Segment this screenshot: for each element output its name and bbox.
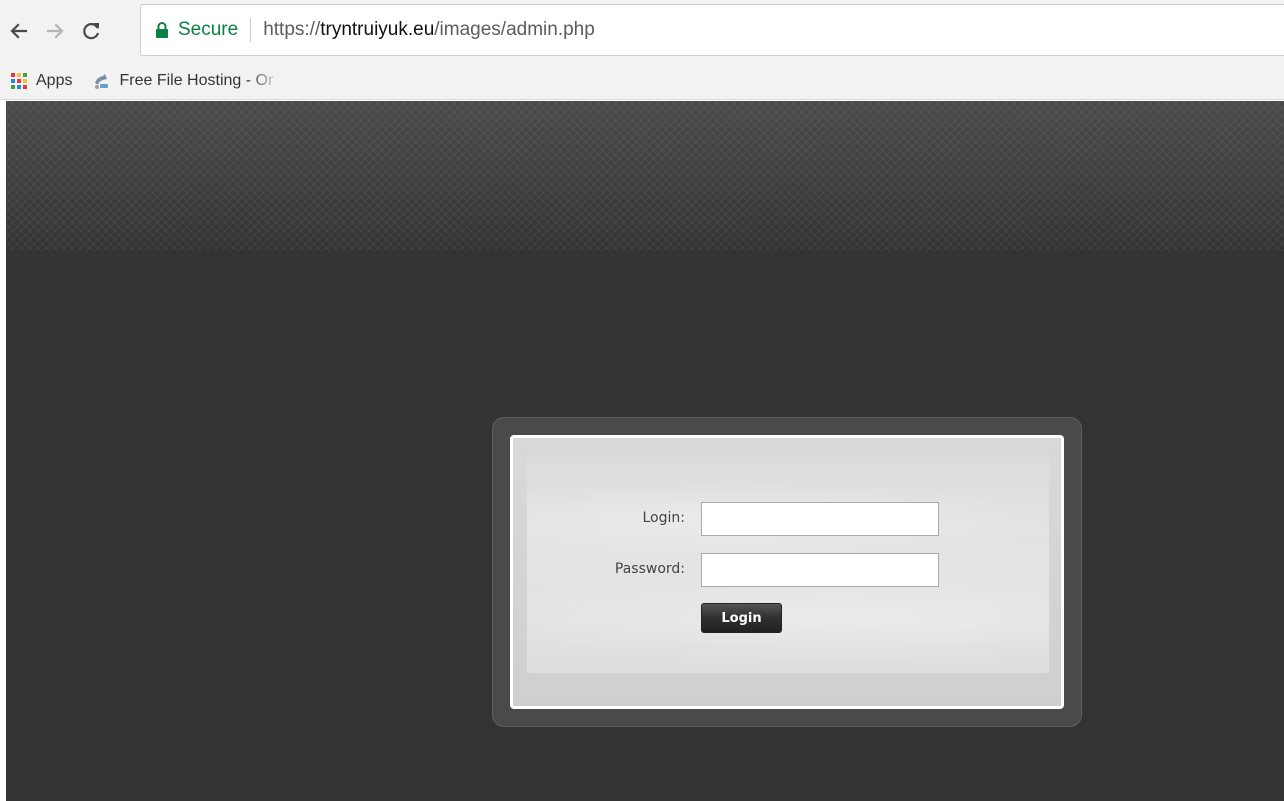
password-input[interactable] [701,553,939,587]
reload-button[interactable] [78,14,104,48]
login-box: Login: Password: Login [492,417,1082,727]
login-label: Login: [642,510,686,526]
bookmark-apps-label: Apps [36,71,73,89]
back-arrow-icon [10,23,28,39]
forward-arrow-icon [46,23,64,39]
page-content: Login: Password: Login [6,101,1284,801]
apps-grid-icon [11,72,27,89]
forward-button[interactable] [42,14,68,48]
login-button[interactable]: Login [701,603,782,633]
url-host: tryntruiyuk.eu [320,19,435,40]
login-row: Login: [527,502,1049,536]
security-label[interactable]: Secure [178,19,238,41]
lock-icon [156,22,168,38]
header-texture [6,101,1284,251]
password-row: Password: [527,553,1049,587]
url-path: /images/admin.php [434,19,595,40]
url-text[interactable]: https://tryntruiyuk.eu/images/admin.php [263,19,595,41]
bookmark-free-file-hosting[interactable]: Free File Hosting - Or [92,66,273,96]
bookmark-apps[interactable]: Apps [11,66,72,96]
browser-toolbar: Secure https://tryntruiyuk.eu/images/adm… [0,0,1284,62]
url-scheme: https:// [263,19,321,40]
login-form: Login: Password: Login [527,455,1049,673]
back-button[interactable] [6,14,32,48]
file-hosting-icon [95,73,109,89]
bookmark-free-file-hosting-label: Free File Hosting - Or [119,71,274,89]
address-bar[interactable]: Secure https://tryntruiyuk.eu/images/adm… [140,4,1284,56]
login-frame: Login: Password: Login [510,435,1064,709]
login-input[interactable] [701,502,939,536]
password-label: Password: [614,561,685,577]
bookmarks-bar: Apps Free File Hosting - Or [0,62,1284,100]
reload-icon [83,23,100,40]
address-separator [250,18,252,42]
